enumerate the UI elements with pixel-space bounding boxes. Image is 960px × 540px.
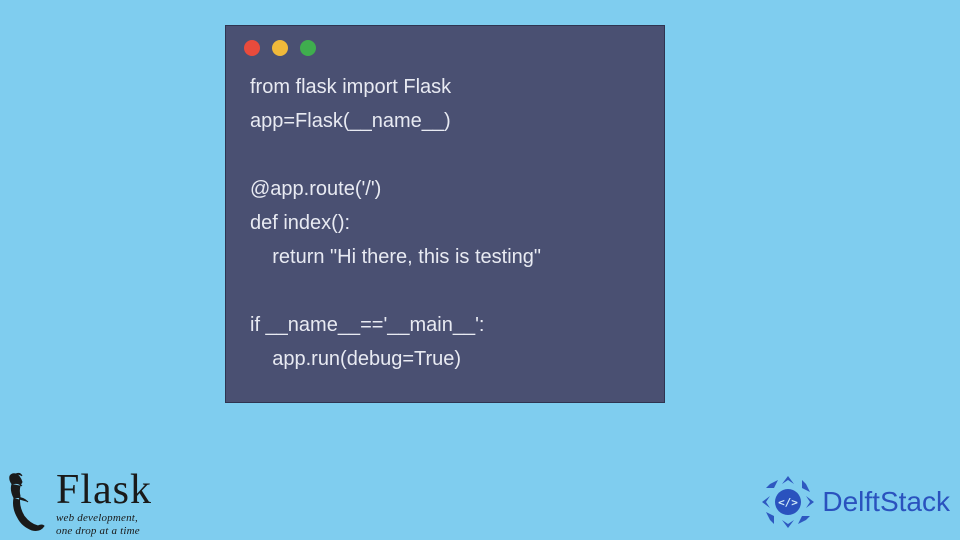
code-line: if __name__=='__main__':: [250, 314, 484, 336]
minimize-icon[interactable]: [272, 40, 288, 56]
flask-logo-subtitle: one drop at a time: [56, 526, 152, 537]
code-line: def index():: [250, 212, 350, 234]
code-window: from flask import Flask app=Flask(__name…: [225, 25, 665, 403]
svg-text:</>: </>: [778, 496, 798, 509]
delftstack-logo-name: DelftStack: [822, 486, 950, 518]
window-titlebar: [226, 26, 664, 64]
maximize-icon[interactable]: [300, 40, 316, 56]
code-line: from flask import Flask: [250, 76, 451, 98]
close-icon[interactable]: [244, 40, 260, 56]
code-line: app.run(debug=True): [250, 348, 461, 370]
code-line: @app.route('/'): [250, 178, 381, 200]
delftstack-badge-icon: </>: [758, 472, 818, 532]
flask-logo-title: Flask: [56, 469, 152, 511]
flask-logo: Flask web development, one drop at a tim…: [4, 468, 152, 538]
code-block: from flask import Flask app=Flask(__name…: [226, 64, 664, 382]
delftstack-logo: </> DelftStack: [758, 472, 950, 532]
flask-logo-subtitle: web development,: [56, 513, 152, 524]
flask-horn-icon: [4, 468, 50, 538]
code-line: return "Hi there, this is testing": [250, 246, 541, 268]
flask-logo-text: Flask web development, one drop at a tim…: [56, 469, 152, 537]
code-line: app=Flask(__name__): [250, 110, 451, 132]
